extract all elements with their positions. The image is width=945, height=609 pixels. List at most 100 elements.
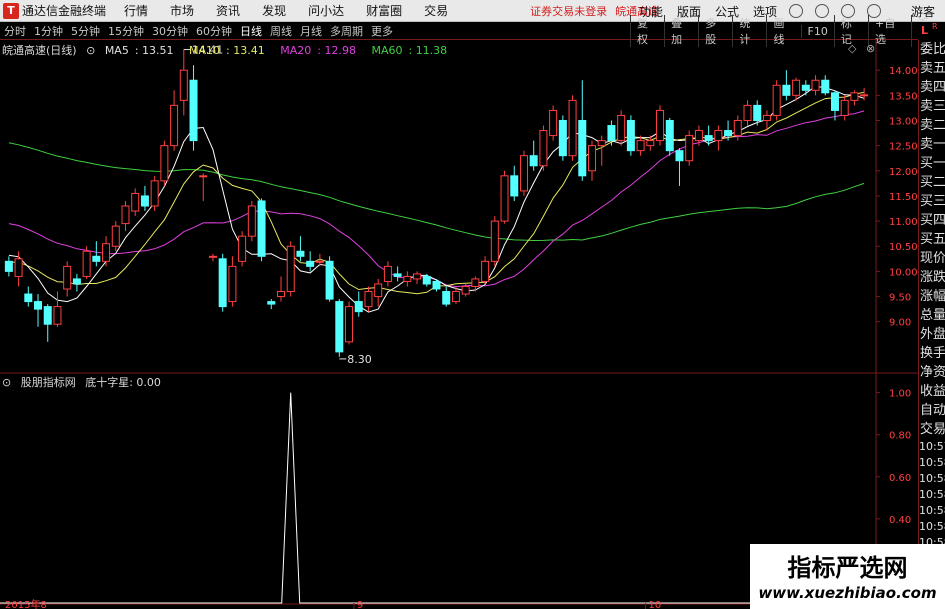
candle[interactable] <box>24 286 33 307</box>
candle[interactable] <box>675 148 684 186</box>
candle[interactable] <box>821 75 830 96</box>
candle[interactable] <box>694 125 703 146</box>
candle[interactable] <box>296 236 305 262</box>
candle[interactable] <box>92 241 101 267</box>
candle[interactable] <box>578 80 587 181</box>
menu-item-ask[interactable]: 问小达 <box>308 2 344 19</box>
candle[interactable] <box>218 253 227 312</box>
period-15min[interactable]: 15分钟 <box>104 23 148 39</box>
period-30min[interactable]: 30分钟 <box>148 23 192 39</box>
period-daily[interactable]: 日线 <box>236 23 266 39</box>
indicator-options-icon[interactable]: ⊙ <box>2 376 11 389</box>
period-5min[interactable]: 5分钟 <box>67 23 104 39</box>
candle[interactable] <box>325 256 334 302</box>
chart-options-icon[interactable]: ⊙ <box>86 44 95 57</box>
menu-item-discover[interactable]: 发现 <box>262 2 286 19</box>
candle[interactable] <box>276 276 285 302</box>
candle[interactable] <box>306 251 315 272</box>
login-warning[interactable]: 证券交易未登录 <box>530 3 607 19</box>
candle[interactable] <box>481 256 490 284</box>
candle[interactable] <box>714 125 723 151</box>
menu-item-trade[interactable]: 交易 <box>424 2 448 19</box>
candle[interactable] <box>529 140 538 171</box>
candle[interactable] <box>374 278 383 307</box>
candle[interactable] <box>617 110 626 146</box>
chart-close-icon[interactable]: ⊗ <box>866 42 875 55</box>
candle[interactable] <box>267 299 276 310</box>
period-weekly[interactable]: 周线 <box>266 23 296 39</box>
candle[interactable] <box>72 273 81 292</box>
corner-r[interactable]: R <box>932 22 938 31</box>
candle[interactable] <box>490 216 499 267</box>
candle[interactable] <box>403 271 412 287</box>
candle[interactable] <box>364 286 373 312</box>
candle[interactable] <box>568 95 577 161</box>
candle[interactable] <box>63 261 72 297</box>
candle[interactable] <box>519 150 528 196</box>
candle[interactable] <box>792 77 801 101</box>
candle[interactable] <box>471 276 480 292</box>
period-60min[interactable]: 60分钟 <box>192 23 236 39</box>
candle[interactable] <box>539 125 548 171</box>
candle[interactable] <box>383 261 392 287</box>
candle[interactable] <box>743 100 752 126</box>
candle[interactable] <box>179 49 188 116</box>
candle[interactable] <box>82 246 91 279</box>
side-label[interactable]: 交易 <box>919 420 945 439</box>
candle[interactable] <box>53 291 62 327</box>
candle[interactable] <box>558 115 567 161</box>
candle[interactable] <box>626 115 635 156</box>
candle[interactable] <box>354 291 363 317</box>
candle[interactable] <box>160 140 169 186</box>
chart-diamond-icon[interactable]: ◇ <box>848 42 856 55</box>
period-more[interactable]: 更多 <box>367 23 397 39</box>
candle[interactable] <box>840 95 849 121</box>
chart-area[interactable]: 9.00 9.50 10.00 10.50 11.00 11.50 12.00 12.50 13… <box>0 40 918 609</box>
candle[interactable] <box>811 75 820 96</box>
candle[interactable] <box>121 200 130 232</box>
period-monthly[interactable]: 月线 <box>296 23 326 39</box>
candle[interactable] <box>131 188 140 217</box>
candle[interactable] <box>208 253 217 262</box>
candle[interactable] <box>257 198 266 262</box>
candle[interactable] <box>335 299 344 357</box>
candle[interactable] <box>665 117 674 156</box>
message-icon[interactable] <box>814 4 829 18</box>
candle[interactable] <box>247 200 256 242</box>
candle[interactable] <box>393 266 402 282</box>
candle[interactable] <box>4 256 13 277</box>
candle[interactable] <box>500 170 509 224</box>
candle[interactable] <box>413 271 422 284</box>
candle[interactable] <box>111 221 120 252</box>
menu-item-quotes[interactable]: 行情 <box>124 2 148 19</box>
corner-l[interactable]: L <box>921 24 928 37</box>
menu-item-news[interactable]: 资讯 <box>216 2 240 19</box>
candle[interactable] <box>34 294 43 327</box>
candle[interactable] <box>801 80 810 96</box>
candle[interactable] <box>170 90 179 151</box>
candle[interactable] <box>588 140 597 181</box>
candle[interactable] <box>597 135 606 166</box>
candle[interactable] <box>286 241 295 297</box>
candle[interactable] <box>102 236 111 267</box>
candle[interactable] <box>656 105 665 146</box>
candle[interactable] <box>860 87 869 101</box>
candle[interactable] <box>510 165 519 201</box>
menu-item-wealth[interactable]: 财富圈 <box>366 2 402 19</box>
candle[interactable] <box>43 304 52 342</box>
candle[interactable] <box>850 90 859 106</box>
candle[interactable] <box>150 175 159 212</box>
candle[interactable] <box>549 105 558 141</box>
candles[interactable] <box>4 49 869 357</box>
candle[interactable] <box>228 256 237 307</box>
period-1min[interactable]: 1分钟 <box>30 23 67 39</box>
candle[interactable] <box>345 301 354 345</box>
candle[interactable] <box>140 185 149 212</box>
candle[interactable] <box>685 130 694 166</box>
candle[interactable] <box>772 80 781 121</box>
candle[interactable] <box>189 65 198 151</box>
f10-button[interactable]: F10 <box>800 24 834 38</box>
candle[interactable] <box>199 173 208 201</box>
candle[interactable] <box>782 70 791 101</box>
candle[interactable] <box>442 286 451 307</box>
